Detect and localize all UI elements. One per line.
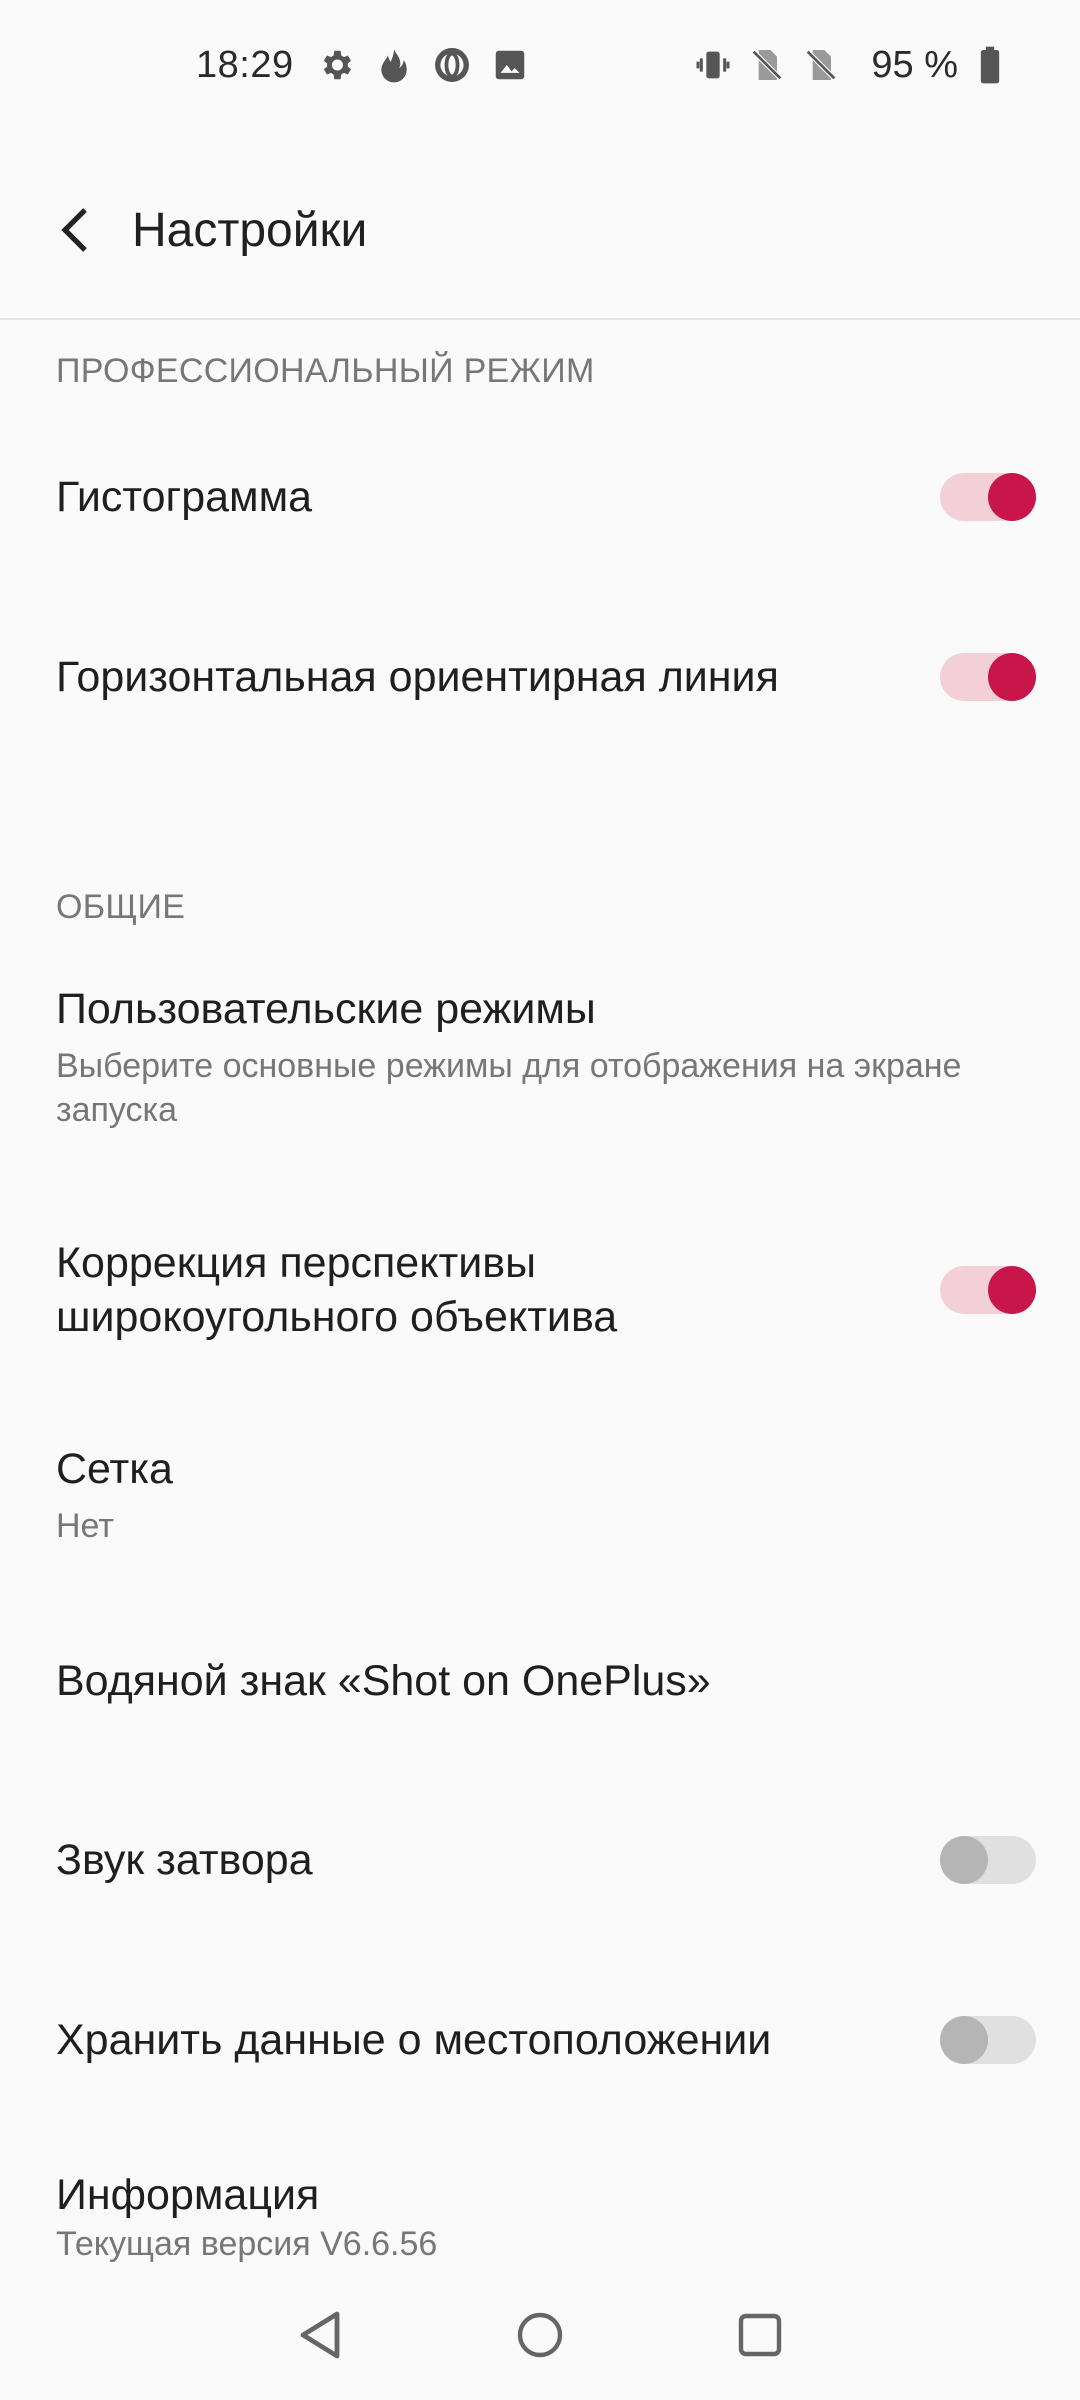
status-time: 18:29 xyxy=(196,43,294,86)
status-bar: 18:29 95 % xyxy=(0,0,1080,130)
back-arrow-icon xyxy=(61,208,87,252)
setting-watermark-title: Водяной знак «Shot on OnePlus» xyxy=(56,1657,711,1705)
gear-icon xyxy=(316,45,356,85)
setting-perspective-correction[interactable]: Коррекция перспективы широкоугольного об… xyxy=(56,1236,1036,1344)
setting-custom-modes-subtitle: Выберите основные режимы для отображения… xyxy=(56,1047,962,1129)
status-right: 95 % xyxy=(693,44,1024,87)
setting-info-title: Информация xyxy=(56,2171,320,2219)
section-header-general: ОБЩИЕ xyxy=(56,888,186,926)
setting-watermark[interactable]: Водяной знак «Shot on OnePlus» xyxy=(56,1654,1036,1708)
switch-thumb xyxy=(940,1836,988,1884)
nav-home-button[interactable] xyxy=(480,2285,600,2385)
setting-horizon-line[interactable]: Горизонтальная ориентирная линия xyxy=(56,650,1036,704)
battery-percent: 95 % xyxy=(871,43,958,86)
triangle-back-icon xyxy=(300,2311,340,2359)
horizon-line-switch[interactable] xyxy=(940,653,1036,701)
square-recents-icon xyxy=(738,2313,782,2357)
setting-grid[interactable]: Сетка Нет xyxy=(56,1442,1036,1548)
setting-shutter-sound-title: Звук затвора xyxy=(56,1836,313,1884)
camera-settings-screen: 18:29 95 % Настройки ПРОФЕССИОНАЛЬНЫЙ РЕ… xyxy=(0,0,1080,2400)
back-button[interactable] xyxy=(20,170,130,290)
location-switch[interactable] xyxy=(940,2016,1036,2064)
setting-custom-modes[interactable]: Пользовательские режимы Выберите основны… xyxy=(56,982,1036,1132)
nav-recents-button[interactable] xyxy=(700,2285,820,2385)
shutter-sound-switch[interactable] xyxy=(940,1836,1036,1884)
switch-thumb xyxy=(988,653,1036,701)
opera-icon xyxy=(432,45,472,85)
histogram-switch[interactable] xyxy=(940,473,1036,521)
setting-grid-value: Нет xyxy=(56,1507,114,1545)
switch-thumb xyxy=(988,1266,1036,1314)
setting-shutter-sound[interactable]: Звук затвора xyxy=(56,1833,1036,1887)
no-sim-icon xyxy=(747,45,787,85)
setting-perspective-text: Коррекция перспективы широкоугольного об… xyxy=(56,1236,617,1344)
setting-info-version: Текущая версия V6.6.56 xyxy=(56,2225,438,2263)
toolbar-divider xyxy=(0,318,1080,320)
section-header-pro: ПРОФЕССИОНАЛЬНЫЙ РЕЖИМ xyxy=(56,352,595,390)
setting-info[interactable]: Информация Текущая версия V6.6.56 xyxy=(56,2168,1036,2266)
setting-location-title: Хранить данные о местоположении xyxy=(56,2016,772,2064)
image-icon xyxy=(490,45,530,85)
setting-grid-title: Сетка xyxy=(56,1445,173,1493)
setting-histogram[interactable]: Гистограмма xyxy=(56,470,1036,524)
navigation-bar xyxy=(0,2270,1080,2400)
setting-perspective-title-line2: широкоугольного объектива xyxy=(56,1293,618,1341)
flame-icon xyxy=(374,45,414,85)
page-title: Настройки xyxy=(132,203,368,257)
setting-custom-modes-title: Пользовательские режимы xyxy=(56,985,596,1033)
setting-horizon-line-title: Горизонтальная ориентирная линия xyxy=(56,653,779,701)
toolbar: Настройки xyxy=(0,170,1080,290)
setting-location[interactable]: Хранить данные о местоположении xyxy=(56,2013,1036,2067)
battery-icon xyxy=(970,45,1010,85)
switch-thumb xyxy=(940,2016,988,2064)
switch-thumb xyxy=(988,473,1036,521)
perspective-correction-switch[interactable] xyxy=(940,1266,1036,1314)
vibrate-icon xyxy=(693,45,733,85)
status-left: 18:29 xyxy=(196,44,548,87)
setting-histogram-title: Гистограмма xyxy=(56,473,313,521)
setting-perspective-title-line1: Коррекция перспективы xyxy=(56,1239,536,1287)
no-sim-icon xyxy=(801,45,841,85)
nav-back-button[interactable] xyxy=(260,2285,380,2385)
circle-home-icon xyxy=(517,2312,563,2358)
